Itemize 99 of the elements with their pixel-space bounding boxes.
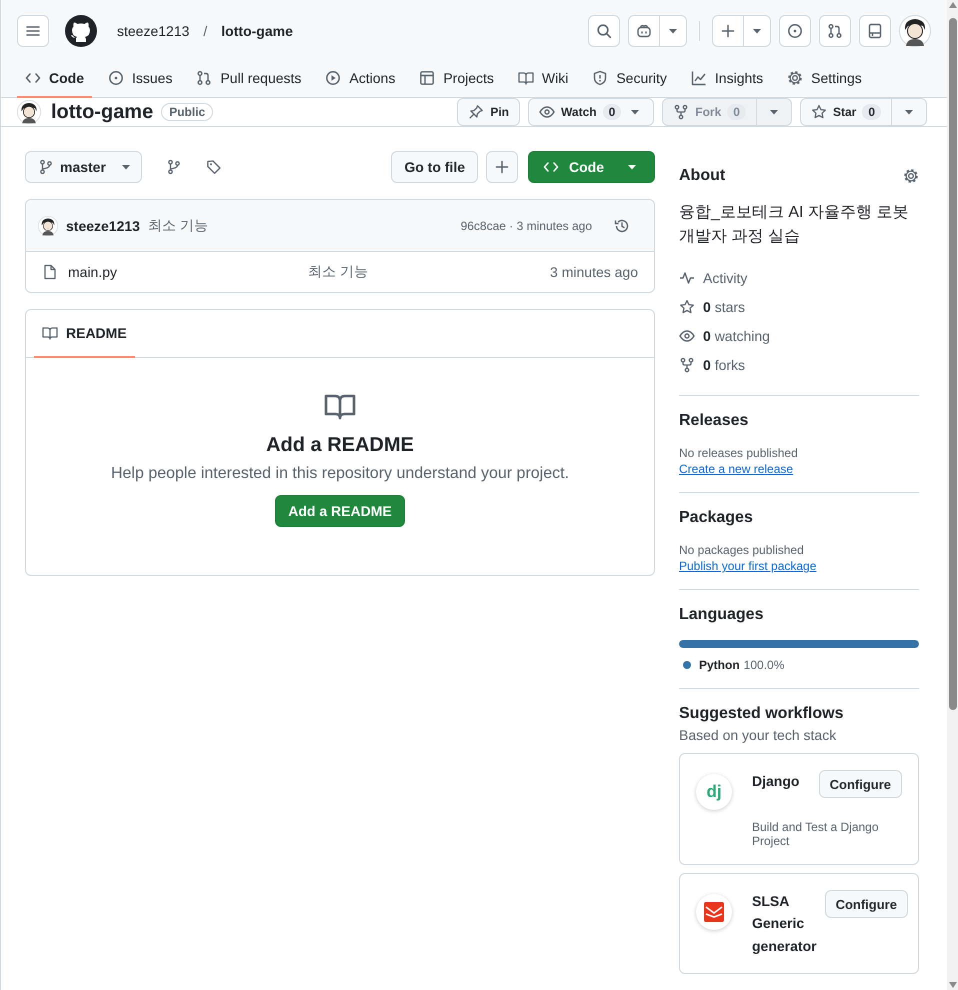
add-file-button[interactable]	[486, 151, 518, 183]
add-readme-button[interactable]: Add a README	[275, 495, 405, 527]
scrollbar-thumb[interactable]	[948, 18, 956, 710]
visibility-badge: Public	[161, 103, 214, 121]
breadcrumb-separator: /	[203, 23, 208, 39]
nav-tab[interactable]: Security	[584, 60, 675, 98]
search-button[interactable]	[588, 15, 620, 47]
empty-text: No releases published	[679, 446, 799, 460]
watch-button[interactable]: Watch 0	[528, 98, 654, 126]
settings-icon[interactable]	[903, 168, 919, 184]
nav-tab[interactable]: Wiki	[510, 60, 576, 98]
section-title: Suggested workflows	[679, 705, 844, 723]
sidebar-link[interactable]: 0 watching	[703, 328, 770, 344]
configure-button[interactable]: Configure	[824, 890, 908, 918]
create-link[interactable]: Create a new release	[679, 462, 794, 476]
scroll-up-icon[interactable]	[948, 2, 956, 8]
star-button[interactable]: Star 0	[800, 98, 892, 126]
workflow-name: SLSA Generic generator	[752, 892, 817, 956]
section-subtitle: Based on your tech stack	[679, 727, 838, 743]
issue-icon	[787, 23, 803, 39]
go-to-file-button[interactable]: Go to file	[391, 151, 478, 183]
commit-message: 최소 기능	[148, 216, 208, 234]
owner-link[interactable]: steeze1213	[113, 23, 194, 39]
pin-button[interactable]: Pin	[457, 98, 520, 126]
scroll-down-icon[interactable]	[948, 982, 956, 988]
repo-name: lotto-game	[51, 100, 154, 124]
branch-icon	[166, 159, 182, 175]
language-name: Python	[699, 658, 740, 672]
play-icon	[325, 70, 342, 86]
section-title: About	[679, 167, 726, 185]
star-icon	[679, 298, 695, 314]
book-icon	[518, 70, 534, 86]
file-icon	[42, 264, 58, 280]
readme-tab[interactable]: README	[34, 310, 135, 358]
nav-tab[interactable]: Insights	[682, 60, 772, 98]
pull-requests-button[interactable]	[819, 15, 851, 47]
empty-text: No packages published	[679, 543, 805, 557]
readme-title: Add a README	[266, 434, 414, 457]
gear-icon	[787, 70, 804, 86]
fork-icon	[673, 104, 690, 120]
create-button[interactable]	[712, 15, 771, 47]
book-icon	[42, 325, 58, 341]
nav-tab[interactable]: Pull requests	[188, 60, 310, 98]
workflow-logo	[696, 894, 732, 930]
sidebar-link[interactable]: 0 forks	[703, 356, 746, 372]
tag-icon	[206, 159, 222, 175]
section-title: Releases	[679, 412, 748, 430]
branch-icon	[38, 159, 54, 175]
workflow-name: Django	[752, 772, 800, 791]
pin-icon	[468, 104, 484, 120]
search-icon	[596, 23, 612, 39]
issues-button[interactable]	[779, 15, 811, 47]
assistant-button[interactable]	[628, 15, 687, 47]
language-percent: 100.0%	[744, 658, 784, 672]
workflow-description: Build and Test a Django Project	[752, 820, 880, 848]
plus-icon	[720, 23, 736, 39]
configure-button[interactable]: Configure	[818, 770, 902, 798]
menu-button[interactable]	[17, 15, 49, 47]
commit-author[interactable]: steeze1213	[66, 218, 140, 234]
pulse-icon	[679, 270, 695, 286]
eye-icon	[539, 104, 556, 120]
nav-tab[interactable]: Code	[17, 60, 92, 98]
nav-tab[interactable]: Actions	[317, 60, 404, 98]
repo-link[interactable]: lotto-game	[217, 23, 297, 39]
issue-icon	[108, 70, 124, 86]
code-button[interactable]: Code	[528, 151, 655, 183]
create-link[interactable]: Publish your first package	[679, 559, 816, 573]
sidebar-link[interactable]: Activity	[703, 270, 748, 286]
commit-time: 3 minutes ago	[550, 264, 638, 280]
commit-meta: 96c8cae · 3 minutes ago	[460, 218, 592, 232]
avatar[interactable]	[38, 216, 58, 236]
plus-icon	[494, 159, 510, 175]
avatar[interactable]	[899, 15, 931, 47]
repo-description: 융합_로보테크 AI 자율주행 로봇 개발자 과정 실습	[679, 203, 910, 247]
readme-text: Help people interested in this repository understand your project.	[110, 465, 570, 483]
file-name[interactable]: main.py	[68, 264, 298, 280]
inbox-button[interactable]	[859, 15, 891, 47]
pull-request-icon	[827, 23, 843, 39]
nav-tab[interactable]: Issues	[100, 60, 180, 98]
workflow-logo: dj	[696, 774, 732, 810]
star-icon	[810, 104, 827, 120]
section-title: Languages	[679, 606, 764, 624]
fork-icon	[679, 356, 695, 372]
nav-tab[interactable]: Settings	[779, 60, 870, 98]
branch-button[interactable]: master	[25, 151, 142, 183]
eye-icon	[679, 328, 695, 344]
robot-icon	[636, 23, 652, 39]
history-icon	[614, 218, 630, 234]
graph-icon	[690, 70, 707, 86]
nav-tab[interactable]: Projects	[411, 60, 502, 98]
logo-icon[interactable]	[65, 15, 97, 47]
shield-icon	[592, 70, 608, 86]
inbox-icon	[867, 23, 883, 39]
avatar[interactable]	[17, 100, 41, 124]
commit-message: 최소 기능	[308, 263, 369, 281]
pr-icon	[196, 70, 212, 86]
table-icon	[419, 70, 436, 86]
sidebar-link[interactable]: 0 stars	[703, 298, 746, 314]
section-title: Packages	[679, 509, 753, 527]
